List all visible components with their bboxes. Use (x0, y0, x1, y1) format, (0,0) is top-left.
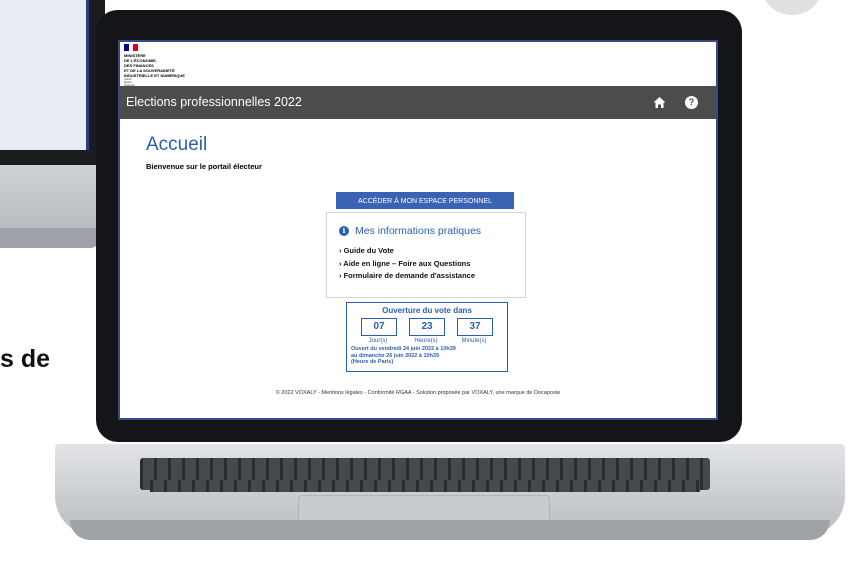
info-links-list: › Guide du Vote › Aide en ligne – Foire … (339, 245, 475, 283)
schedule-line: (Heure de Paris) (351, 359, 394, 365)
countdown-schedule-note: Ouvert du vendredi 24 juin 2022 à 10h39 … (351, 346, 456, 366)
countdown-minutes: 37 (457, 318, 493, 336)
background-laptop-screen (0, 0, 89, 150)
laptop-base-front (70, 520, 830, 540)
ministry-name: MINISTÈRE DE L'ÉCONOMIE, DES FINANCES ET… (124, 53, 324, 78)
info-panel-title: Mes informations pratiques (355, 225, 482, 237)
link-voting-guide[interactable]: › Guide du Vote (339, 245, 475, 258)
laptop-screen: MINISTÈRE DE L'ÉCONOMIE, DES FINANCES ET… (118, 40, 718, 420)
countdown-hours: 23 (409, 318, 445, 336)
info-panel-header: i Mes informations pratiques (339, 225, 481, 237)
countdown-days: 07 (361, 318, 397, 336)
vote-countdown: Ouverture du vote dans 07 23 37 Jour(s) … (346, 302, 508, 372)
countdown-title: Ouverture du vote dans (382, 306, 472, 315)
countdown-hours-label: Heure(s) (414, 338, 438, 344)
background-laptop-edge (0, 228, 100, 248)
laptop-keyboard-row (150, 480, 700, 492)
link-assistance-form[interactable]: › Formulaire de demande d'assistance (339, 270, 475, 283)
top-navigation-bar: Elections professionnelles 2022 ? (120, 86, 716, 119)
ministry-logo: MINISTÈRE DE L'ÉCONOMIE, DES FINANCES ET… (124, 44, 324, 87)
home-icon[interactable] (653, 96, 666, 109)
link-faq[interactable]: › Aide en ligne – Foire aux Questions (339, 258, 475, 271)
countdown-days-label: Jour(s) (368, 338, 388, 344)
welcome-text: Bienvenue sur le portail électeur (146, 162, 262, 171)
french-flag-icon (124, 44, 139, 51)
help-icon[interactable]: ? (685, 96, 698, 109)
background-partial-text: s de (0, 345, 51, 373)
page-footer: © 2022 VOXALY - Mentions légales - Confo… (275, 390, 561, 396)
access-personal-space-button[interactable]: ACCÉDER À MON ESPACE PERSONNEL (336, 192, 514, 209)
info-panel: i Mes informations pratiques › Guide du … (326, 212, 526, 298)
schedule-line: Ouvert du vendredi 24 juin 2022 à 10h39 (351, 346, 456, 352)
app-title: Elections professionnelles 2022 (126, 95, 302, 109)
info-icon: i (339, 226, 349, 236)
page-title: Accueil (146, 134, 208, 155)
background-laptop (0, 0, 105, 165)
countdown-minutes-label: Minute(s) (461, 338, 487, 344)
decorative-circle (762, 0, 822, 15)
